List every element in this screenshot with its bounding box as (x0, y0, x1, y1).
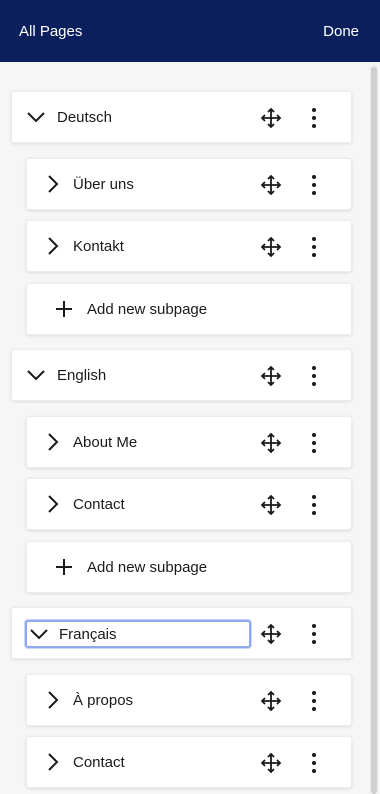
language-label: Deutsch (57, 108, 113, 126)
chevron-down-icon[interactable] (29, 624, 49, 644)
chevron-right-icon[interactable] (43, 494, 63, 514)
scrollbar[interactable] (370, 65, 378, 794)
chevron-right-icon[interactable] (43, 752, 63, 772)
move-icon[interactable] (260, 623, 282, 645)
subpage-row[interactable]: À propos (26, 674, 352, 726)
subpage-label: Contact (73, 753, 125, 771)
done-button[interactable]: Done (323, 23, 359, 40)
add-subpage-label: Add new subpage (87, 558, 208, 576)
plus-icon (55, 558, 73, 576)
subpage-row[interactable]: Über uns (26, 158, 352, 210)
chevron-right-icon[interactable] (43, 690, 63, 710)
move-icon[interactable] (260, 365, 282, 387)
language-row-english[interactable]: English (11, 349, 352, 401)
page-title: All Pages (19, 22, 83, 40)
chevron-down-icon[interactable] (26, 365, 46, 385)
subpage-label: Über uns (73, 175, 134, 193)
scrollbar-thumb[interactable] (371, 67, 377, 794)
move-icon[interactable] (260, 752, 282, 774)
language-row-francais[interactable]: Français (11, 607, 352, 659)
plus-icon (55, 300, 73, 318)
more-vertical-icon[interactable] (310, 106, 318, 130)
add-subpage-button[interactable]: Add new subpage (26, 541, 352, 593)
subpage-label: Contact (73, 495, 125, 513)
subpage-row[interactable]: Kontakt (26, 220, 352, 272)
subpage-row[interactable]: About Me (26, 416, 352, 468)
subpage-label: About Me (73, 433, 138, 451)
language-label: Français (59, 625, 117, 643)
more-vertical-icon[interactable] (310, 431, 318, 455)
top-bar: All Pages Done (0, 0, 380, 62)
subpage-label: À propos (73, 691, 134, 709)
add-subpage-button[interactable]: Add new subpage (26, 283, 352, 335)
chevron-right-icon[interactable] (43, 174, 63, 194)
more-vertical-icon[interactable] (310, 173, 318, 197)
subpage-row[interactable]: Contact (26, 478, 352, 530)
more-vertical-icon[interactable] (310, 235, 318, 259)
more-vertical-icon[interactable] (310, 364, 318, 388)
move-icon[interactable] (260, 494, 282, 516)
subpage-row[interactable]: Contact (26, 736, 352, 788)
chevron-right-icon[interactable] (43, 236, 63, 256)
more-vertical-icon[interactable] (310, 622, 318, 646)
more-vertical-icon[interactable] (310, 493, 318, 517)
more-vertical-icon[interactable] (310, 751, 318, 775)
more-vertical-icon[interactable] (310, 689, 318, 713)
move-icon[interactable] (260, 236, 282, 258)
move-icon[interactable] (260, 107, 282, 129)
chevron-down-icon[interactable] (26, 107, 46, 127)
language-row-deutsch[interactable]: Deutsch (11, 91, 352, 143)
move-icon[interactable] (260, 432, 282, 454)
move-icon[interactable] (260, 690, 282, 712)
language-label: English (57, 366, 107, 384)
language-name-input[interactable]: Français (25, 620, 251, 648)
subpage-label: Kontakt (73, 237, 124, 255)
chevron-right-icon[interactable] (43, 432, 63, 452)
add-subpage-label: Add new subpage (87, 300, 208, 318)
move-icon[interactable] (260, 174, 282, 196)
